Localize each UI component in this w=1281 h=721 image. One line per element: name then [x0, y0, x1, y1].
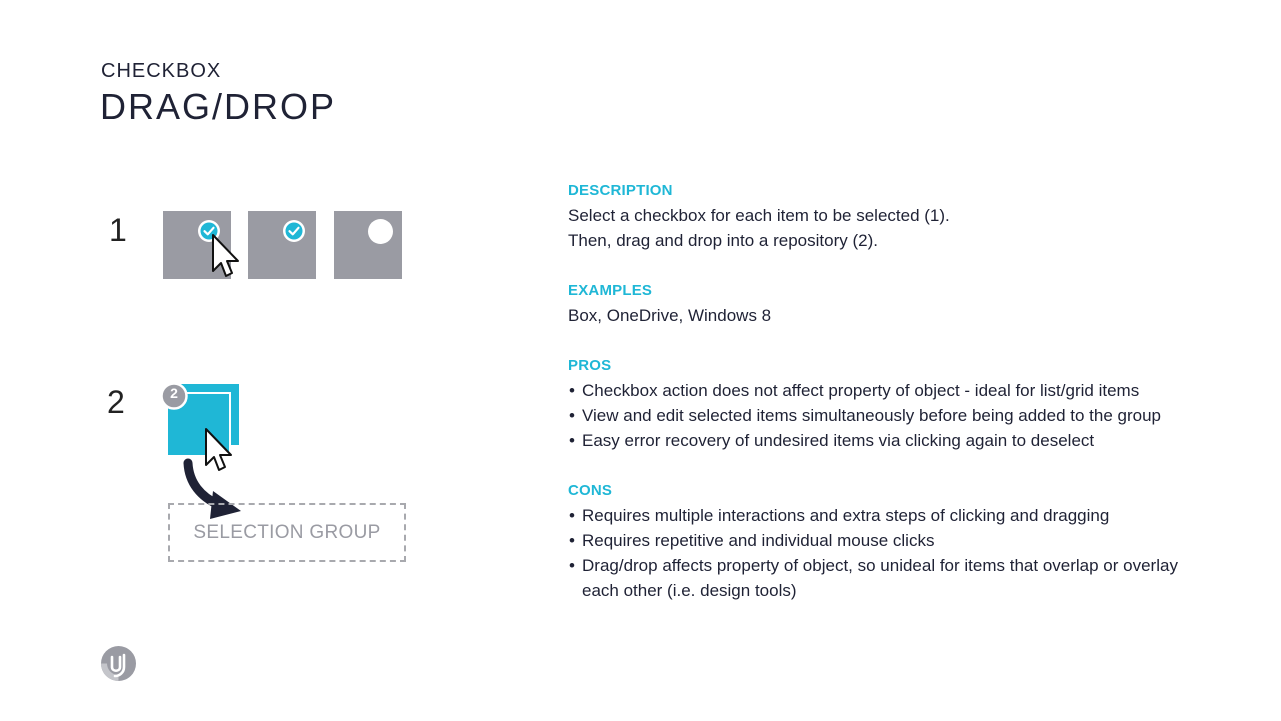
cons-list-item: Requires multiple interactions and extra… [568, 503, 1228, 528]
description-heading: DESCRIPTION [568, 182, 673, 199]
examples-section: EXAMPLES Box, OneDrive, Windows 8 [568, 278, 1228, 328]
pros-list-item: Checkbox action does not affect property… [568, 378, 1228, 403]
selection-group-label: SELECTION GROUP [193, 521, 381, 543]
slide-subtitle: CHECKBOX [101, 60, 222, 82]
count-badge: 2 [170, 385, 178, 401]
checked-checkbox-icon[interactable] [283, 220, 305, 242]
details-panel: DESCRIPTION Select a checkbox for each i… [568, 178, 1228, 628]
item-tile-3[interactable] [334, 211, 402, 279]
cons-section: CONS Requires multiple interactions and … [568, 478, 1228, 603]
slide-title: DRAG/DROP [100, 86, 337, 127]
pros-list-item: Easy error recovery of undesired items v… [568, 428, 1228, 453]
cons-list-item: Drag/drop affects property of object, so… [568, 553, 1212, 603]
examples-text: Box, OneDrive, Windows 8 [568, 306, 772, 325]
brand-logo-icon [101, 646, 136, 681]
item-tile-2[interactable] [248, 211, 316, 279]
pros-list-item: View and edit selected items simultaneou… [568, 403, 1228, 428]
cons-heading: CONS [568, 482, 613, 499]
examples-heading: EXAMPLES [568, 282, 653, 299]
unchecked-checkbox-icon[interactable] [368, 219, 393, 244]
description-line: Then, drag and drop into a repository (2… [568, 231, 878, 250]
cons-list-item: Requires repetitive and individual mouse… [568, 528, 1228, 553]
pros-section: PROS Checkbox action does not affect pro… [568, 353, 1228, 453]
description-section: DESCRIPTION Select a checkbox for each i… [568, 178, 1228, 253]
step-1-label: 1 [109, 212, 127, 248]
selection-group-dropzone[interactable]: SELECTION GROUP [168, 503, 406, 562]
mouse-cursor-icon [212, 234, 239, 277]
step-2-label: 2 [107, 384, 125, 420]
description-line: Select a checkbox for each item to be se… [568, 206, 950, 225]
pros-heading: PROS [568, 357, 612, 374]
